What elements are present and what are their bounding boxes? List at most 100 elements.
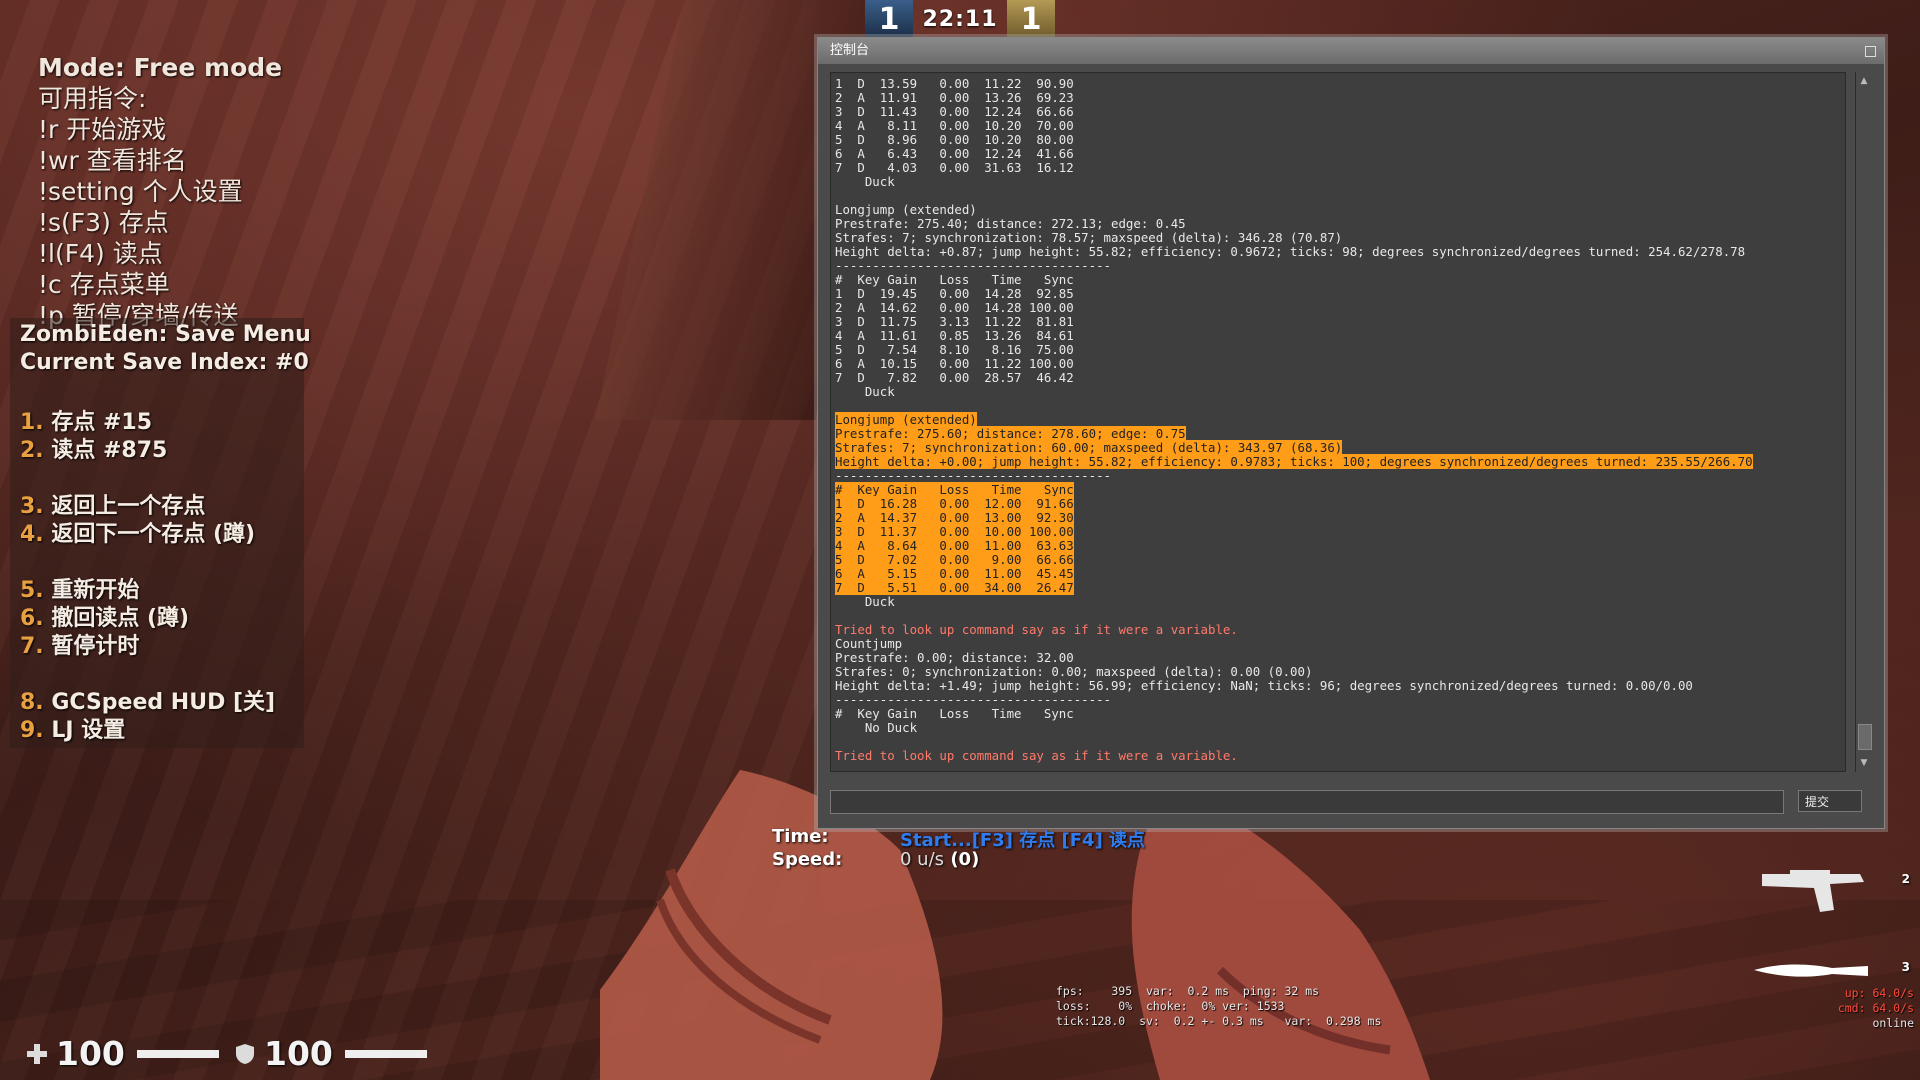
menu-item-next-save[interactable]: 4. 返回下一个存点 (蹲) bbox=[20, 516, 255, 548]
command-line: !s(F3) 存点 bbox=[38, 208, 169, 237]
console-line: Tried to look up command say as if it we… bbox=[835, 622, 1238, 637]
knife-icon bbox=[1754, 964, 1868, 977]
console-line: # Key Gain Loss Time Sync bbox=[835, 482, 1074, 497]
console-submit-button[interactable]: 提交 bbox=[1798, 790, 1862, 812]
console-line: No Duck bbox=[835, 720, 918, 735]
console-line: 5 D 8.96 0.00 10.20 80.00 bbox=[835, 132, 1074, 147]
health-display: 100 bbox=[26, 1034, 219, 1073]
console-line: ------------------------------------- bbox=[835, 468, 1112, 483]
round-timer: 22:11 bbox=[922, 6, 998, 32]
netgraph-line: loss: 0% choke: 0% ver: 1533 bbox=[1056, 999, 1285, 1013]
save-menu-index: Current Save Index: #0 bbox=[20, 350, 309, 375]
console-line: 3 D 11.37 0.00 10.00 100.00 bbox=[835, 524, 1074, 539]
scroll-thumb[interactable] bbox=[1858, 724, 1872, 750]
console-line: 4 A 8.11 0.00 10.20 70.00 bbox=[835, 118, 1074, 133]
console-line: Tried to look up command say as if it we… bbox=[835, 748, 1238, 763]
console-line: # Key Gain Loss Time Sync bbox=[835, 706, 1074, 721]
armor-display: 100 bbox=[234, 1034, 427, 1073]
scoreboard: 1 22:11 1 bbox=[865, 0, 1055, 38]
console-line: 7 D 7.82 0.00 28.57 46.42 bbox=[835, 370, 1074, 385]
net-up-rate: up: 64.0/s bbox=[1844, 986, 1914, 1000]
console-line: 1 D 19.45 0.00 14.28 92.85 bbox=[835, 286, 1074, 301]
console-line: 7 D 5.51 0.00 34.00 26.47 bbox=[835, 580, 1074, 595]
net-graph: fps: 395 var: 0.2 ms ping: 32 ms loss: 0… bbox=[1056, 984, 1381, 1029]
t-score: 1 bbox=[1007, 0, 1055, 38]
save-menu-title: ZombiEden: Save Menu bbox=[20, 322, 311, 347]
ct-score: 1 bbox=[865, 0, 913, 38]
time-label: Time: bbox=[772, 826, 829, 847]
console-line: Duck bbox=[835, 384, 895, 399]
net-cmd-rate: cmd: 64.0/s bbox=[1837, 1001, 1914, 1015]
console-line: Height delta: +1.49; jump height: 56.99;… bbox=[835, 678, 1693, 693]
console-titlebar[interactable]: 控制台 bbox=[818, 38, 1884, 64]
console-line: 4 A 11.61 0.85 13.26 84.61 bbox=[835, 328, 1074, 343]
armor-bar bbox=[344, 1049, 427, 1058]
console-line: 6 A 10.15 0.00 11.22 100.00 bbox=[835, 356, 1074, 371]
command-line: !r 开始游戏 bbox=[38, 115, 167, 144]
console-line: 2 A 14.37 0.00 13.00 92.30 bbox=[835, 510, 1074, 525]
console-line: 3 D 11.75 3.13 11.22 81.81 bbox=[835, 314, 1074, 329]
console-line: Strafes: 7; synchronization: 60.00; maxs… bbox=[835, 440, 1343, 455]
console-line: Strafes: 0; synchronization: 0.00; maxsp… bbox=[835, 664, 1313, 679]
console-line: Longjump (extended) bbox=[835, 202, 977, 217]
console-command-input[interactable] bbox=[830, 790, 1784, 814]
console-line: Height delta: +0.87; jump height: 55.82;… bbox=[835, 244, 1746, 259]
pistol-icon bbox=[1762, 870, 1864, 912]
console-line: Prestrafe: 275.40; distance: 272.13; edg… bbox=[835, 216, 1186, 231]
console-line: Duck bbox=[835, 174, 895, 189]
speed-value: 0 u/s bbox=[900, 849, 945, 870]
console-scrollbar[interactable]: ▲ ▼ bbox=[1855, 72, 1872, 772]
health-cross-icon bbox=[27, 1043, 47, 1064]
netgraph-line: fps: 395 var: 0.2 ms ping: 32 ms bbox=[1056, 984, 1320, 998]
console-output: 1 D 13.59 0.00 11.22 90.90 2 A 11.91 0.00… bbox=[830, 72, 1846, 772]
speed-label: Speed: bbox=[772, 849, 843, 870]
console-line: Prestrafe: 0.00; distance: 32.00 bbox=[835, 650, 1074, 665]
console-line: 3 D 11.43 0.00 12.24 66.66 bbox=[835, 104, 1074, 119]
console-line: Height delta: +0.00; jump height: 55.82;… bbox=[835, 454, 1753, 469]
menu-item-lj-settings[interactable]: 9. LJ 设置 bbox=[20, 712, 125, 744]
save-menu: ZombiEden: Save Menu Current Save Index:… bbox=[10, 318, 311, 748]
console-title: 控制台 bbox=[830, 43, 870, 58]
command-hint-panel: Mode: Free mode 可用指令: !r 开始游戏 !wr 查看排名 !… bbox=[38, 52, 282, 331]
net-online: online bbox=[1872, 1016, 1914, 1030]
menu-item-load[interactable]: 2. 读点 #875 bbox=[20, 432, 167, 464]
console-line: Countjump bbox=[835, 636, 903, 651]
console-line: 6 A 5.15 0.00 11.00 45.45 bbox=[835, 566, 1074, 581]
console-line: 5 D 7.54 8.10 8.16 75.00 bbox=[835, 342, 1074, 357]
console-line: 2 A 11.91 0.00 13.26 69.23 bbox=[835, 90, 1074, 105]
net-rate: up: 64.0/s cmd: 64.0/s online bbox=[1838, 986, 1914, 1031]
mode-line: Mode: Free mode bbox=[38, 53, 283, 82]
command-line: 可用指令: bbox=[38, 84, 147, 113]
scroll-down-icon[interactable]: ▼ bbox=[1859, 758, 1869, 768]
console-line: 4 A 8.64 0.00 11.00 63.63 bbox=[835, 538, 1074, 553]
netgraph-line: tick:128.0 sv: 0.2 +- 0.3 ms var: 0.298 … bbox=[1056, 1014, 1382, 1028]
command-line: !l(F4) 读点 bbox=[38, 239, 163, 268]
health-bar bbox=[136, 1049, 219, 1058]
menu-item-pause-timer[interactable]: 7. 暂停计时 bbox=[20, 628, 139, 660]
weapon-slot-pistol: 2 bbox=[1901, 872, 1910, 886]
command-line: !wr 查看排名 bbox=[38, 146, 187, 175]
console-line: 1 D 13.59 0.00 11.22 90.90 bbox=[835, 76, 1074, 91]
console-line: Longjump (extended) bbox=[835, 412, 977, 427]
armor-value: 100 bbox=[264, 1034, 333, 1073]
console-line: # Key Gain Loss Time Sync bbox=[835, 272, 1074, 287]
console-line: Prestrafe: 275.60; distance: 278.60; edg… bbox=[835, 426, 1186, 441]
console-line: Strafes: 7; synchronization: 78.57; maxs… bbox=[835, 230, 1343, 245]
scroll-up-icon[interactable]: ▲ bbox=[1859, 76, 1869, 86]
health-value: 100 bbox=[56, 1034, 125, 1073]
speed-extra: (0) bbox=[950, 849, 980, 870]
console-line: 7 D 4.03 0.00 31.63 16.12 bbox=[835, 160, 1074, 175]
console-line: 5 D 7.02 0.00 9.00 66.66 bbox=[835, 552, 1074, 567]
console-line: ------------------------------------- bbox=[835, 258, 1112, 273]
console-window[interactable]: 控制台 1 D 13.59 0.00 11.22 90.90 2 A 11.91 … bbox=[817, 37, 1885, 829]
console-line: 6 A 6.43 0.00 12.24 41.66 bbox=[835, 146, 1074, 161]
command-line: !c 存点菜单 bbox=[38, 270, 170, 299]
console-line: Duck bbox=[835, 594, 895, 609]
close-icon[interactable] bbox=[1865, 46, 1876, 57]
console-line: 2 A 14.62 0.00 14.28 100.00 bbox=[835, 300, 1074, 315]
command-line: !setting 个人设置 bbox=[38, 177, 243, 206]
